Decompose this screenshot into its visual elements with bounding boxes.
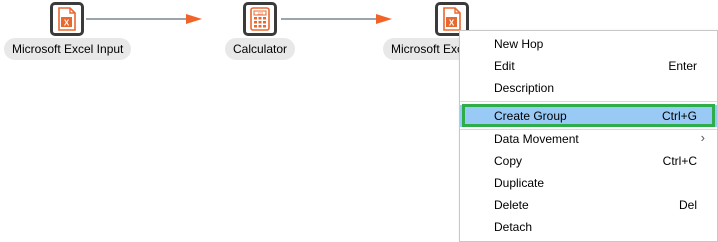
- svg-text:X: X: [64, 19, 70, 28]
- menu-item-edit[interactable]: Edit Enter: [460, 55, 717, 77]
- svg-text:X: X: [449, 19, 455, 28]
- menu-item-label: Duplicate: [494, 176, 545, 190]
- menu-item-new-hop[interactable]: New Hop: [460, 33, 717, 55]
- menu-item-description[interactable]: Description: [460, 77, 717, 99]
- chevron-right-icon: ›: [700, 130, 705, 145]
- menu-item-shortcut: Ctrl+C: [662, 154, 697, 168]
- step-label[interactable]: Microsoft Excel Input: [4, 38, 132, 60]
- menu-item-shortcut: Ctrl+G: [661, 109, 697, 123]
- menu-item-label: Edit: [494, 59, 515, 73]
- menu-item-detach[interactable]: Detach: [460, 216, 717, 238]
- excel-file-icon[interactable]: X: [50, 2, 84, 36]
- menu-item-shortcut: Del: [678, 198, 697, 212]
- transformation-canvas[interactable]: X Microsoft Excel Input 123 Calculator X…: [0, 0, 718, 242]
- calculator-icon[interactable]: 123: [243, 2, 277, 36]
- menu-item-label: Detach: [494, 220, 533, 234]
- menu-item-create-group[interactable]: Create Group Ctrl+G: [460, 105, 717, 127]
- step-label[interactable]: Calculator: [225, 38, 296, 60]
- menu-item-label: Data Movement: [494, 132, 579, 146]
- menu-item-shortcut: Enter: [668, 59, 697, 73]
- context-menu: New Hop Edit Enter Description Create Gr…: [459, 30, 718, 242]
- menu-item-copy[interactable]: Copy Ctrl+C: [460, 150, 717, 172]
- menu-separator: [460, 101, 717, 102]
- menu-item-label: Description: [494, 81, 555, 95]
- menu-item-delete[interactable]: Delete Del: [460, 194, 717, 216]
- hop-1-arrow-icon: [186, 14, 202, 24]
- menu-item-duplicate[interactable]: Duplicate: [460, 172, 717, 194]
- menu-item-label: Delete: [494, 198, 529, 212]
- svg-text:123: 123: [257, 12, 263, 16]
- menu-item-label: Create Group: [494, 109, 567, 123]
- hop-2-arrow-icon: [376, 14, 392, 24]
- menu-item-label: New Hop: [494, 37, 544, 51]
- menu-item-data-movement[interactable]: Data Movement ›: [460, 128, 717, 150]
- menu-item-label: Copy: [494, 154, 523, 168]
